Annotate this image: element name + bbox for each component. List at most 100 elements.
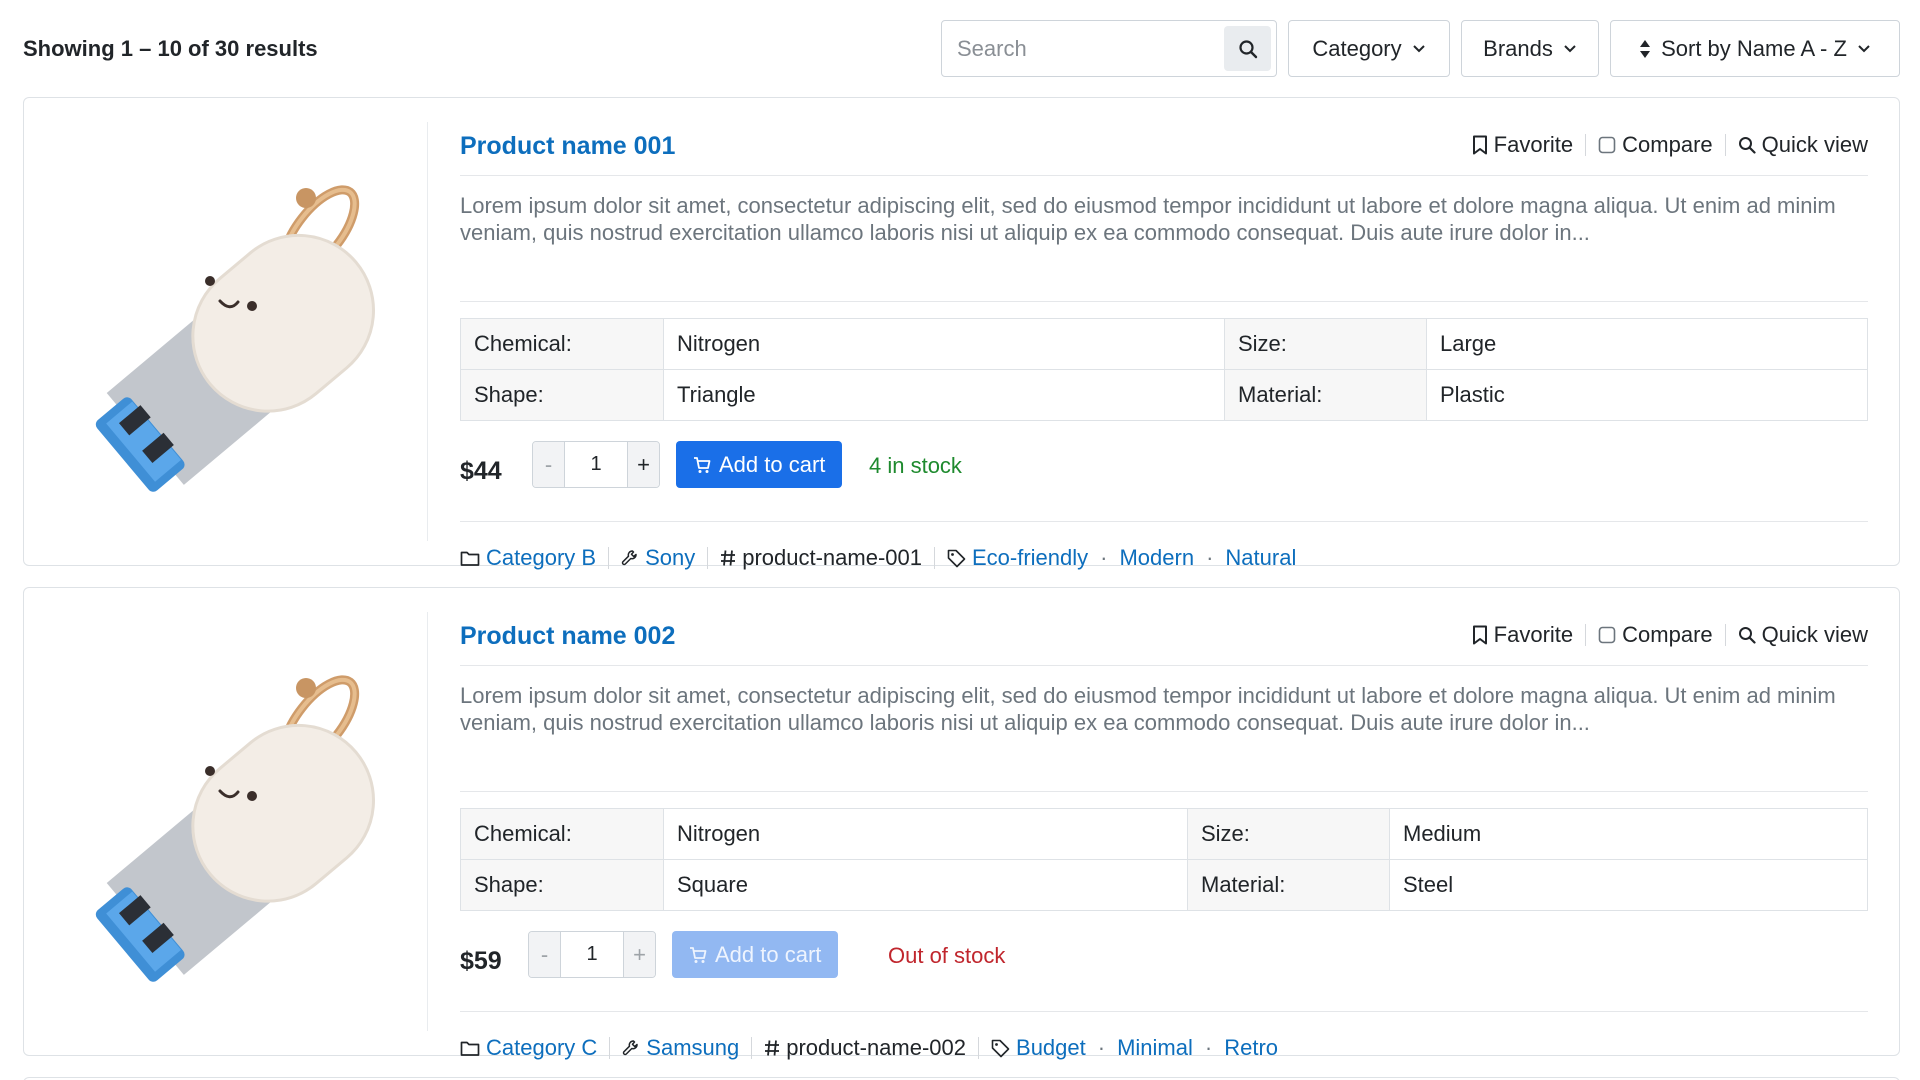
usb-drive-image (95, 675, 375, 982)
checkbox-icon (1598, 136, 1616, 154)
brand-link[interactable]: Samsung (646, 1035, 739, 1061)
spec-value: Square (663, 859, 1188, 911)
folder-icon (460, 1041, 480, 1056)
cart-icon (694, 456, 711, 473)
sort-dropdown-label: Sort by Name A - Z (1661, 35, 1847, 61)
spec-key: Size: (1187, 808, 1390, 860)
hash-icon (765, 1040, 780, 1056)
listing-controls: Category Brands Sort by Name A - Z (941, 20, 1900, 77)
search-icon (1738, 137, 1756, 154)
quick-view-button[interactable]: Quick view (1738, 132, 1868, 158)
product-listing-page: Showing 1 – 10 of 30 results Category Br… (0, 0, 1920, 1080)
spec-value: Medium (1389, 808, 1868, 860)
table-row: Chemical: Nitrogen Size: Large (460, 318, 1868, 370)
add-to-cart-button[interactable]: Add to cart (676, 441, 843, 488)
product-slug: product-name-002 (786, 1035, 967, 1060)
chevron-down-icon (1564, 44, 1576, 52)
favorite-button[interactable]: Favorite (1472, 132, 1573, 158)
product-body: Product name 001 Favorite Compare Quick (460, 122, 1868, 590)
quantity-input[interactable]: 1 (560, 932, 624, 977)
bookmark-icon (1472, 625, 1487, 645)
spec-key: Shape: (460, 369, 664, 421)
purchase-row: $44 - 1 + Add to cart 4 in stock (460, 421, 1868, 522)
image-divider (427, 122, 428, 541)
increment-button[interactable]: + (624, 932, 655, 977)
tag-link[interactable]: Modern (1119, 545, 1194, 571)
add-to-cart-label: Add to cart (715, 941, 822, 967)
product-meta: Category B Sony product-name-001 Eco-fri… (460, 522, 1868, 590)
quantity-input[interactable]: 1 (564, 442, 628, 487)
product-image[interactable] (24, 588, 428, 1055)
favorite-label: Favorite (1493, 622, 1574, 647)
search-input[interactable] (943, 22, 1225, 75)
action-divider (1724, 134, 1726, 156)
spec-key: Chemical: (460, 318, 664, 370)
product-price: $44 (460, 457, 502, 485)
chevron-down-icon (1412, 44, 1425, 52)
favorite-button[interactable]: Favorite (1472, 622, 1573, 648)
spec-key: Shape: (460, 859, 664, 911)
brand-meta: Samsung (622, 1035, 739, 1061)
spec-table: Chemical: Nitrogen Size: Large Shape: Tr… (460, 318, 1868, 421)
favorite-label: Favorite (1493, 132, 1574, 157)
product-slug: product-name-001 (742, 545, 922, 570)
tag-link[interactable]: Budget (1016, 1035, 1086, 1061)
action-divider (1585, 624, 1587, 646)
product-body: Product name 002 Favorite Compare Quick (460, 612, 1868, 1080)
quantity-stepper: - 1 + (532, 441, 660, 488)
compare-label: Compare (1622, 622, 1713, 647)
decrement-button[interactable]: - (533, 442, 564, 487)
product-actions: Favorite Compare Quick view (1472, 132, 1868, 158)
compare-checkbox[interactable]: Compare (1598, 132, 1713, 158)
product-title-link[interactable]: Product name 001 (460, 132, 675, 161)
compare-label: Compare (1622, 132, 1713, 157)
brands-dropdown[interactable]: Brands (1461, 20, 1599, 77)
slug-meta: product-name-001 (720, 545, 922, 571)
results-count: Showing 1 – 10 of 30 results (23, 36, 318, 61)
bookmark-icon (1472, 135, 1487, 155)
product-price: $59 (460, 947, 502, 975)
spec-key: Size: (1224, 318, 1427, 370)
sort-dropdown[interactable]: Sort by Name A - Z (1610, 20, 1900, 77)
tag-link[interactable]: Retro (1224, 1035, 1278, 1061)
search-button[interactable] (1224, 26, 1271, 71)
product-description: Lorem ipsum dolor sit amet, consectetur … (460, 666, 1868, 792)
add-to-cart-button[interactable]: Add to cart (672, 931, 839, 978)
tag-link[interactable]: Natural (1225, 545, 1296, 571)
tag-dot: · (1097, 1035, 1106, 1060)
listing-toolbar: Showing 1 – 10 of 30 results Category Br… (23, 20, 1900, 77)
meta-divider (609, 1037, 611, 1059)
category-link[interactable]: Category C (486, 1035, 597, 1061)
product-title-link[interactable]: Product name 002 (460, 622, 675, 651)
spec-key: Chemical: (460, 808, 664, 860)
decrement-button[interactable]: - (529, 932, 560, 977)
meta-divider (707, 547, 709, 569)
quantity-stepper: - 1 + (528, 931, 656, 978)
category-dropdown[interactable]: Category (1288, 20, 1450, 77)
stock-status: 4 in stock (869, 453, 962, 478)
folder-icon (460, 551, 480, 566)
category-link[interactable]: Category B (486, 545, 596, 571)
purchase-row: $59 - 1 + Add to cart Out of stock (460, 911, 1868, 1012)
spec-value: Steel (1389, 859, 1868, 911)
chevron-down-icon (1858, 44, 1870, 52)
tag-link[interactable]: Minimal (1117, 1035, 1193, 1061)
product-image[interactable] (24, 98, 428, 565)
cart-icon (690, 946, 707, 963)
tags-meta: Budget · Minimal · Retro (991, 1035, 1278, 1061)
image-divider (427, 612, 428, 1031)
hash-icon (721, 550, 736, 566)
tag-link[interactable]: Eco-friendly (972, 545, 1088, 571)
quick-view-button[interactable]: Quick view (1738, 622, 1868, 648)
table-row: Shape: Triangle Material: Plastic (460, 369, 1868, 421)
compare-checkbox[interactable]: Compare (1598, 622, 1713, 648)
increment-button[interactable]: + (628, 442, 659, 487)
brand-link[interactable]: Sony (645, 545, 695, 571)
search-box (941, 20, 1277, 77)
sort-icon (1640, 39, 1651, 58)
meta-divider (608, 547, 610, 569)
spec-value: Nitrogen (663, 808, 1188, 860)
checkbox-icon (1598, 626, 1616, 644)
search-icon (1238, 39, 1257, 58)
product-actions: Favorite Compare Quick view (1472, 622, 1868, 648)
